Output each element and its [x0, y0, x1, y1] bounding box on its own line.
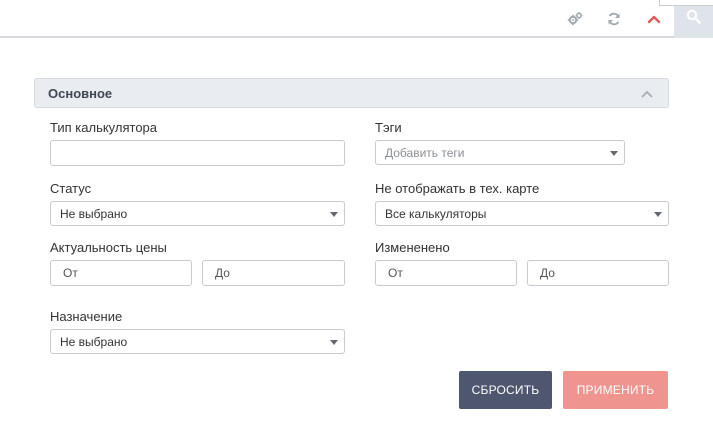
tags-select-placeholder: Добавить теги [385, 146, 465, 160]
refresh-icon[interactable] [604, 9, 624, 29]
hide-in-tech-card-select-value: Все калькуляторы [385, 207, 487, 221]
status-select-value: Не выбрано [60, 207, 128, 221]
changed-to-input[interactable] [527, 260, 669, 286]
caret-down-icon [330, 340, 338, 345]
caret-down-icon [330, 212, 338, 217]
chevron-up-icon[interactable] [640, 87, 654, 99]
tags-select[interactable]: Добавить теги [375, 140, 625, 165]
price-relevance-to-input[interactable] [202, 260, 345, 286]
status-label: Статус [50, 181, 92, 196]
section-header-main[interactable]: Основное [34, 78, 669, 108]
apply-button[interactable]: ПРИМЕНИТЬ [563, 371, 668, 409]
search-icon [686, 9, 701, 29]
purpose-select[interactable]: Не выбрано [50, 329, 345, 354]
purpose-select-value: Не выбрано [60, 335, 128, 349]
top-toolbar [0, 0, 713, 38]
reset-button[interactable]: СБРОСИТЬ [459, 371, 552, 409]
calculator-type-label: Тип калькулятора [50, 120, 158, 135]
collapse-chevron-up-icon[interactable] [644, 9, 664, 29]
hide-in-tech-card-label: Не отображать в тех. карте [375, 181, 540, 196]
hide-in-tech-card-select[interactable]: Все калькуляторы [375, 201, 669, 226]
price-relevance-label: Актуальность цены [50, 240, 167, 255]
calculator-type-input[interactable] [50, 140, 345, 166]
price-relevance-from-input[interactable] [50, 260, 192, 286]
caret-down-icon [610, 151, 618, 156]
purpose-label: Назначение [50, 309, 123, 324]
status-select[interactable]: Не выбрано [50, 201, 345, 226]
search-tab-edge [659, 0, 713, 6]
caret-down-icon [654, 212, 662, 217]
changed-label: Измененено [375, 240, 450, 255]
settings-gears-icon[interactable] [565, 9, 585, 29]
section-title: Основное [48, 86, 113, 101]
changed-from-input[interactable] [375, 260, 517, 286]
tags-label: Тэги [375, 120, 402, 135]
